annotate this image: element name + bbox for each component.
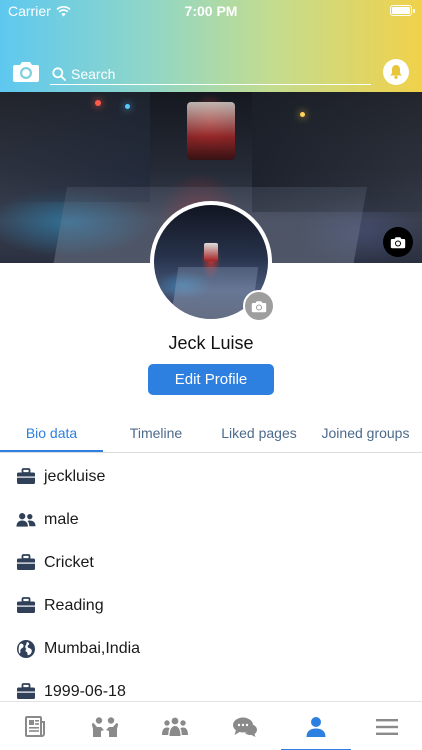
tab-timeline[interactable]: Timeline — [103, 412, 209, 453]
globe-icon — [16, 639, 36, 659]
change-cover-button[interactable] — [383, 227, 413, 257]
friends-icon — [91, 716, 119, 737]
menu-icon — [376, 718, 398, 735]
search-placeholder: Search — [71, 65, 116, 82]
bottom-nav — [0, 701, 422, 750]
notifications-button[interactable] — [383, 59, 409, 85]
bio-location: Mumbai,India — [44, 639, 141, 657]
nav-profile[interactable] — [281, 702, 351, 750]
briefcase-icon — [16, 682, 36, 702]
groups-icon — [162, 717, 188, 736]
battery-icon — [390, 5, 415, 16]
bio-hobby: Reading — [44, 596, 104, 614]
status-bar: Carrier 7:00 PM — [0, 0, 422, 22]
status-time: 7:00 PM — [184, 3, 238, 19]
active-tab-indicator — [0, 450, 103, 452]
list-item: Mumbai,India — [0, 627, 422, 670]
profile-icon — [306, 716, 326, 737]
profile-tabs: Bio data Timeline Liked pages Joined gro… — [0, 412, 422, 453]
bio-list: jeckluise male Cricket Reading Mumbai,In… — [0, 455, 422, 713]
camera-icon — [390, 236, 406, 248]
list-item: male — [0, 498, 422, 541]
news-feed-icon — [25, 715, 45, 737]
nav-news-feed[interactable] — [0, 702, 70, 750]
nav-groups[interactable] — [140, 702, 210, 750]
nav-menu[interactable] — [352, 702, 422, 750]
nav-friends[interactable] — [70, 702, 140, 750]
briefcase-icon — [16, 596, 36, 616]
nav-chat[interactable] — [210, 702, 280, 750]
change-avatar-button[interactable] — [243, 290, 275, 322]
top-header: Carrier 7:00 PM Search — [0, 0, 422, 92]
people-icon — [16, 510, 36, 530]
bio-birthdate: 1999-06-18 — [44, 682, 126, 700]
tab-liked-pages[interactable]: Liked pages — [209, 412, 309, 453]
search-icon — [52, 66, 66, 81]
list-item: jeckluise — [0, 455, 422, 498]
bell-icon — [390, 65, 402, 79]
tab-joined-groups[interactable]: Joined groups — [309, 412, 422, 453]
bio-interest: Cricket — [44, 553, 94, 571]
chat-icon — [233, 717, 257, 737]
list-item: Cricket — [0, 541, 422, 584]
camera-icon[interactable] — [12, 59, 40, 83]
search-input[interactable]: Search — [50, 63, 371, 85]
bio-gender: male — [44, 510, 79, 528]
briefcase-icon — [16, 553, 36, 573]
tab-bio-data[interactable]: Bio data — [0, 412, 103, 453]
briefcase-icon — [16, 467, 36, 487]
list-item: Reading — [0, 584, 422, 627]
camera-icon — [251, 300, 267, 312]
bio-username: jeckluise — [44, 467, 106, 485]
edit-profile-button[interactable]: Edit Profile — [148, 364, 274, 395]
profile-name: Jeck Luise — [168, 333, 254, 353]
